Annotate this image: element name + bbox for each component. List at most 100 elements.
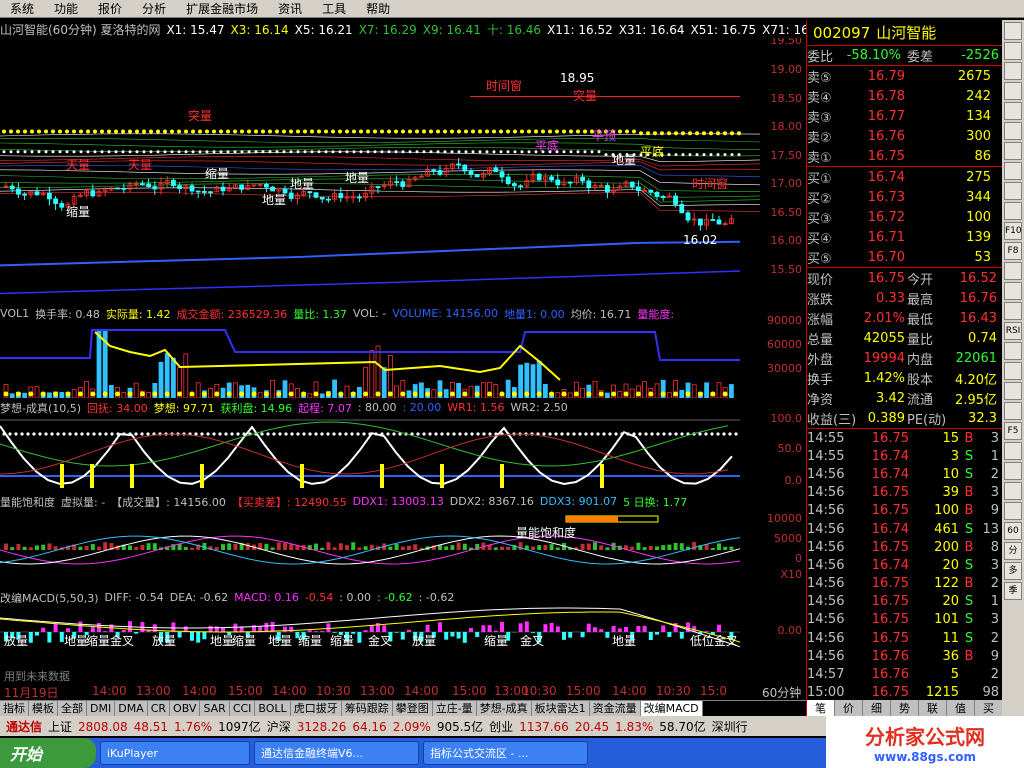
indicator-tab[interactable]: OBV <box>170 701 201 716</box>
saturation-bar <box>22 546 27 550</box>
stat-value: 42055 <box>863 330 905 346</box>
price-chart-panel[interactable]: 18.95 16.02 时间窗 突量 突量 天量 天量 地量 地量 地量 缩量 地量 平底 平底 平顶 时间窗… <box>0 38 762 308</box>
side-tool-button[interactable] <box>1004 82 1022 100</box>
order-price: 16.77 <box>867 108 905 124</box>
start-button[interactable]: 开始 <box>0 738 96 768</box>
menu-item[interactable]: 工具 <box>312 0 356 18</box>
quote-tab[interactable]: 买 <box>975 700 1003 716</box>
indicator-tab[interactable]: DMA <box>115 701 148 716</box>
side-tool-button[interactable] <box>1004 142 1022 160</box>
indicator-tab[interactable]: 筹码跟踪 <box>341 701 393 716</box>
side-tool-button[interactable] <box>1004 462 1022 480</box>
side-tool-button[interactable] <box>1004 102 1022 120</box>
side-tool-button[interactable]: 多 <box>1004 562 1022 580</box>
side-tool-button[interactable] <box>1004 282 1022 300</box>
time-tick-label: 14:00 <box>612 684 647 698</box>
indicator-tab[interactable]: 梦想-成真 <box>476 701 532 716</box>
candle-body <box>648 189 654 193</box>
indicator-tab[interactable]: BOLL <box>255 701 291 716</box>
macd-bar <box>35 632 39 636</box>
taskbar-item[interactable]: iKuPlayer <box>100 741 250 765</box>
menu-item[interactable]: 功能 <box>44 0 88 18</box>
quote-tab[interactable]: 值 <box>947 700 975 716</box>
quote-tab[interactable]: 联 <box>919 700 947 716</box>
macd-bar <box>524 621 529 632</box>
indicator-tab[interactable]: 改编MACD <box>640 701 703 716</box>
dream-dot <box>236 432 240 436</box>
macd-bar <box>655 632 659 635</box>
side-tool-button[interactable] <box>1004 42 1022 60</box>
macd-bar <box>425 624 430 632</box>
taskbar-item[interactable]: 通达信金融终端V6... <box>254 741 419 765</box>
yellow-dot <box>688 131 692 136</box>
volume-bar <box>96 329 102 398</box>
side-tool-button[interactable] <box>1004 442 1022 460</box>
side-tool-button[interactable] <box>1004 182 1022 200</box>
side-tool-button[interactable] <box>1004 22 1022 40</box>
indicator-tab[interactable]: DMI <box>87 701 116 716</box>
side-tool-button[interactable]: 分 <box>1004 542 1022 560</box>
indicator-tab[interactable]: CCI <box>229 701 256 716</box>
dream-dot <box>68 432 72 436</box>
side-tool-button[interactable] <box>1004 202 1022 220</box>
side-tool-button[interactable]: RSI <box>1004 322 1022 340</box>
side-tool-button[interactable] <box>1004 382 1022 400</box>
tick-direction: S <box>964 448 974 464</box>
indicator-tab[interactable]: 板块雷达1 <box>531 701 590 716</box>
indicator-tab[interactable]: 全部 <box>58 701 87 716</box>
quote-tab[interactable]: 势 <box>891 700 919 716</box>
side-tool-button[interactable] <box>1004 502 1022 520</box>
dream-dot <box>230 432 234 436</box>
macd-bar <box>28 632 33 643</box>
indicator-tab[interactable]: 攀登图 <box>392 701 433 716</box>
dream-dot <box>206 432 210 436</box>
side-tool-button[interactable] <box>1004 162 1022 180</box>
indicator-tab[interactable]: 指标 <box>0 701 29 716</box>
side-tool-button[interactable]: F5 <box>1004 422 1022 440</box>
dream-dot <box>314 432 318 436</box>
yellow-dot <box>16 129 20 134</box>
menu-item[interactable]: 资讯 <box>268 0 312 18</box>
indicator-tab[interactable]: 虎口拔牙 <box>290 701 342 716</box>
quote-tab[interactable]: 笔 <box>807 700 835 716</box>
status-items: 上证 2808.08 48.51 1.76% 1097亿 沪深 3128.26 64.16 2.… <box>48 718 754 735</box>
side-tool-button[interactable]: 60 <box>1004 522 1022 540</box>
indicator-tab[interactable]: SAR <box>200 701 230 716</box>
menu-item[interactable]: 报价 <box>88 0 132 18</box>
saturation-panel[interactable]: 量能饱和度 <box>0 510 762 586</box>
macd-panel[interactable]: 放量 地量 缩量金叉 放量 地量 缩量 地量 缩量 缩量 金叉 放量 缩量 金叉 地量 低位金叉 用到未来数… <box>0 604 762 684</box>
dream-indicator-panel[interactable] <box>0 414 762 492</box>
stat-value: 16.52 <box>959 270 997 286</box>
indicator-tab[interactable]: CR <box>147 701 171 716</box>
quote-tab[interactable]: 价 <box>835 700 863 716</box>
side-tool-button[interactable] <box>1004 362 1022 380</box>
indicator-tab[interactable]: 资金流量 <box>589 701 641 716</box>
menu-item[interactable]: 扩展金融市场 <box>176 0 268 18</box>
indicator-tab[interactable]: 立庄-量 <box>432 701 477 716</box>
stat-row: 涨跌 0.33 最高 16.76 <box>807 288 1002 308</box>
quote-tab[interactable]: 细 <box>863 700 891 716</box>
taskbar-item[interactable]: 指标公式交流区 - ... <box>423 741 588 765</box>
side-tool-button[interactable]: 季 <box>1004 582 1022 600</box>
menu-item[interactable]: 帮助 <box>356 0 400 18</box>
volume-panel[interactable] <box>0 322 762 398</box>
watermark-url: www.88gs.com <box>874 749 976 764</box>
indicator-tab[interactable]: 模板 <box>29 701 58 716</box>
time-tick-label: 15:00 <box>566 684 601 698</box>
side-tool-button[interactable] <box>1004 122 1022 140</box>
side-tool-button[interactable] <box>1004 402 1022 420</box>
side-tool-button[interactable] <box>1004 62 1022 80</box>
side-tool-button[interactable] <box>1004 342 1022 360</box>
side-tool-button[interactable] <box>1004 302 1022 320</box>
candle-body <box>567 181 573 184</box>
menu-item[interactable]: 分析 <box>132 0 176 18</box>
side-tool-button[interactable] <box>1004 262 1022 280</box>
volume-dot <box>127 391 133 397</box>
macd-signal-label: 地量 <box>210 634 235 648</box>
side-tool-button[interactable]: F8 <box>1004 242 1022 260</box>
side-tool-button[interactable] <box>1004 482 1022 500</box>
ma-value: X1: 15.47 <box>166 22 225 37</box>
saturation-bar <box>655 546 659 550</box>
menu-item[interactable]: 系统 <box>0 0 44 18</box>
side-tool-button[interactable]: F10 <box>1004 222 1022 240</box>
